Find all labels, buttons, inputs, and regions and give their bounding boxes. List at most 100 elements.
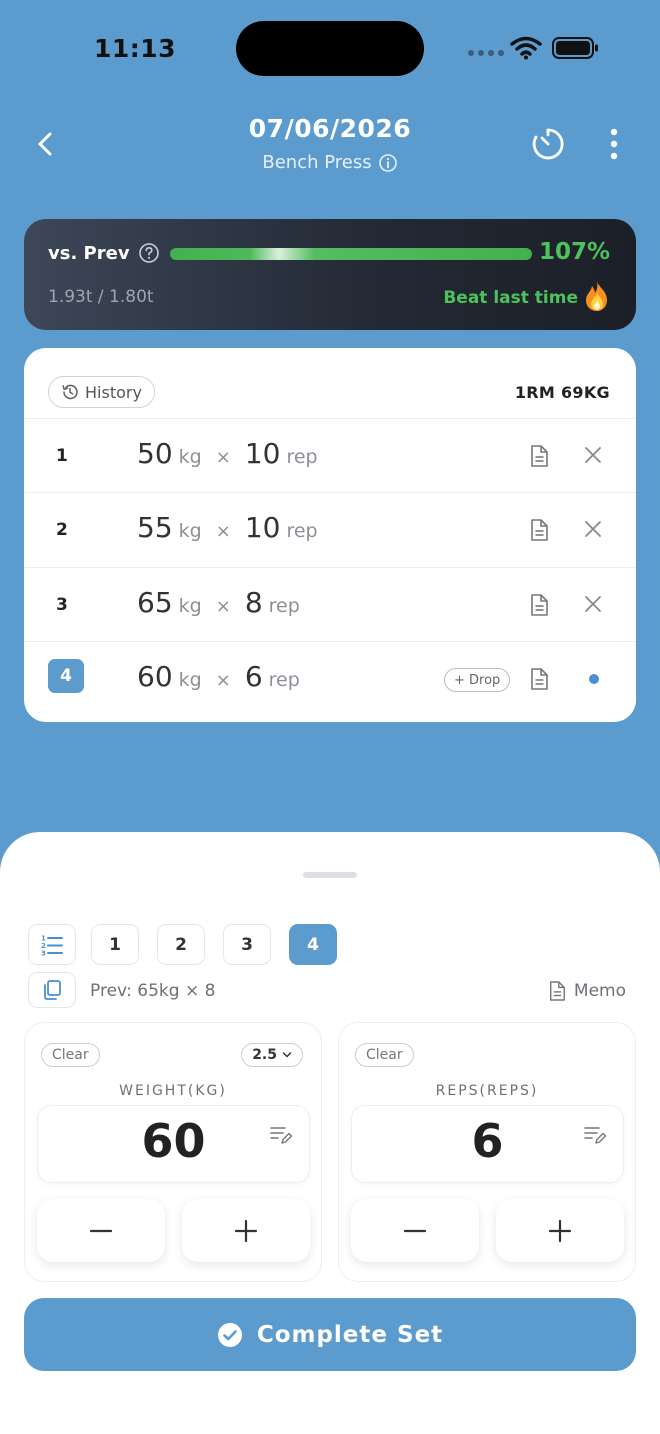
complete-set-button[interactable]: Complete Set — [24, 1298, 636, 1371]
note-icon[interactable] — [529, 667, 549, 691]
set-reps-unit: rep — [286, 520, 318, 542]
one-rep-max: 1RM 69KG — [514, 383, 610, 402]
volume-comparison: 1.93t / 1.80t — [48, 287, 154, 307]
times-sign: × — [215, 521, 231, 542]
note-icon[interactable] — [529, 593, 549, 617]
memo-label: Memo — [573, 981, 626, 1001]
progress-message: Beat last time — [443, 288, 578, 308]
times-sign: × — [215, 670, 231, 691]
set-row[interactable]: 3 65 kg × 8 rep — [24, 567, 636, 641]
set-reps-unit: rep — [268, 595, 300, 617]
reps-value-box[interactable]: 6 — [351, 1105, 624, 1183]
set-reps: 10 — [244, 437, 281, 470]
set-list-button[interactable]: 1 2 3 — [28, 924, 76, 965]
edit-icon[interactable] — [583, 1124, 607, 1146]
progress-percent: 107% — [538, 239, 610, 265]
set-number: 2 — [56, 520, 68, 540]
check-circle-icon — [217, 1322, 242, 1347]
set-weight-unit: kg — [178, 595, 202, 617]
sheet-drag-handle[interactable] — [303, 872, 357, 878]
weight-clear-button[interactable]: Clear — [41, 1043, 100, 1067]
progress-card — [24, 219, 636, 330]
reps-decrement-button[interactable] — [351, 1199, 479, 1262]
plus-icon — [548, 1219, 572, 1242]
set-row-active[interactable]: 4 60 kg × 6 rep + Drop — [24, 641, 636, 715]
history-button[interactable]: History — [48, 376, 155, 408]
help-icon[interactable] — [138, 242, 160, 264]
set-number: 1 — [56, 446, 68, 466]
set-chip-4[interactable]: 4 — [289, 924, 337, 965]
more-options-button[interactable] — [602, 126, 626, 162]
set-values: 65 kg × 8 rep — [137, 586, 314, 619]
rest-timer-button[interactable] — [530, 126, 566, 166]
weight-decrement-button[interactable] — [37, 1199, 165, 1262]
current-set-indicator — [589, 674, 599, 684]
times-sign: × — [215, 596, 231, 617]
reps-increment-button[interactable] — [496, 1199, 624, 1262]
set-weight-unit: kg — [178, 669, 202, 691]
reps-panel: Clear REPS(REPS) 6 — [338, 1022, 636, 1282]
flame-icon — [586, 281, 607, 311]
reps-label: REPS(REPS) — [435, 1083, 539, 1099]
set-weight-unit: kg — [178, 446, 202, 468]
weight-increment-button[interactable] — [182, 1199, 310, 1262]
weight-label: WEIGHT(KG) — [119, 1083, 227, 1099]
set-editor-sheet: 1 2 3 1 2 3 4 Prev: 65kg × 8 Memo Clear … — [0, 832, 660, 1434]
set-weight: 60 — [137, 660, 173, 693]
status-bar: 11:13 — [0, 0, 660, 100]
status-time: 11:13 — [94, 34, 177, 63]
set-values: 55 kg × 10 rep — [137, 511, 332, 544]
set-weight: 65 — [137, 586, 173, 619]
set-chip-2[interactable]: 2 — [157, 924, 205, 965]
weight-step-value: 2.5 — [252, 1047, 277, 1063]
sets-card: History 1RM 69KG 1 50 kg × 10 rep 2 55 k… — [24, 348, 636, 722]
set-reps-unit: rep — [268, 669, 300, 691]
chevron-down-icon — [282, 1052, 292, 1058]
close-icon[interactable] — [584, 520, 602, 538]
weight-value-box[interactable]: 60 — [37, 1105, 310, 1183]
set-chip-3[interactable]: 3 — [223, 924, 271, 965]
drop-set-button[interactable]: + Drop — [444, 668, 511, 692]
copy-icon — [44, 980, 61, 1000]
dynamic-island — [236, 21, 424, 76]
more-vertical-icon — [610, 128, 618, 160]
info-icon[interactable] — [378, 153, 398, 173]
weight-step-select[interactable]: 2.5 — [241, 1043, 303, 1067]
copy-previous-button[interactable] — [28, 972, 76, 1008]
set-number: 3 — [56, 595, 68, 615]
history-icon — [62, 384, 78, 400]
reps-clear-button[interactable]: Clear — [355, 1043, 414, 1067]
set-reps: 10 — [244, 511, 281, 544]
history-label: History — [85, 382, 142, 402]
wifi-icon — [510, 36, 542, 60]
set-values: 50 kg × 10 rep — [137, 437, 332, 470]
plus-icon — [234, 1219, 258, 1242]
svg-text:3: 3 — [41, 949, 46, 957]
set-row[interactable]: 1 50 kg × 10 rep — [24, 418, 636, 492]
progress-label-row: vs. Prev — [48, 242, 160, 264]
complete-set-label: Complete Set — [256, 1321, 444, 1348]
minus-icon — [89, 1229, 113, 1232]
set-values: 60 kg × 6 rep — [137, 660, 314, 693]
close-icon[interactable] — [584, 595, 602, 613]
times-sign: × — [215, 447, 231, 468]
battery-icon — [552, 37, 598, 59]
timer-icon — [532, 128, 564, 160]
set-reps: 6 — [244, 660, 263, 693]
progress-label: vs. Prev — [48, 242, 130, 264]
note-icon[interactable] — [529, 518, 549, 542]
set-weight-unit: kg — [178, 520, 202, 542]
set-weight: 55 — [137, 511, 173, 544]
set-reps: 8 — [244, 586, 263, 619]
note-icon — [549, 981, 565, 1001]
set-row[interactable]: 2 55 kg × 10 rep — [24, 492, 636, 566]
set-weight: 50 — [137, 437, 173, 470]
note-icon[interactable] — [529, 444, 549, 468]
cellular-signal-icon — [468, 50, 504, 56]
set-number-active: 4 — [48, 659, 84, 693]
close-icon[interactable] — [584, 446, 602, 464]
memo-button[interactable]: Memo — [548, 980, 626, 1002]
set-chip-1[interactable]: 1 — [91, 924, 139, 965]
edit-icon[interactable] — [269, 1124, 293, 1146]
exercise-name: Bench Press — [262, 152, 372, 173]
